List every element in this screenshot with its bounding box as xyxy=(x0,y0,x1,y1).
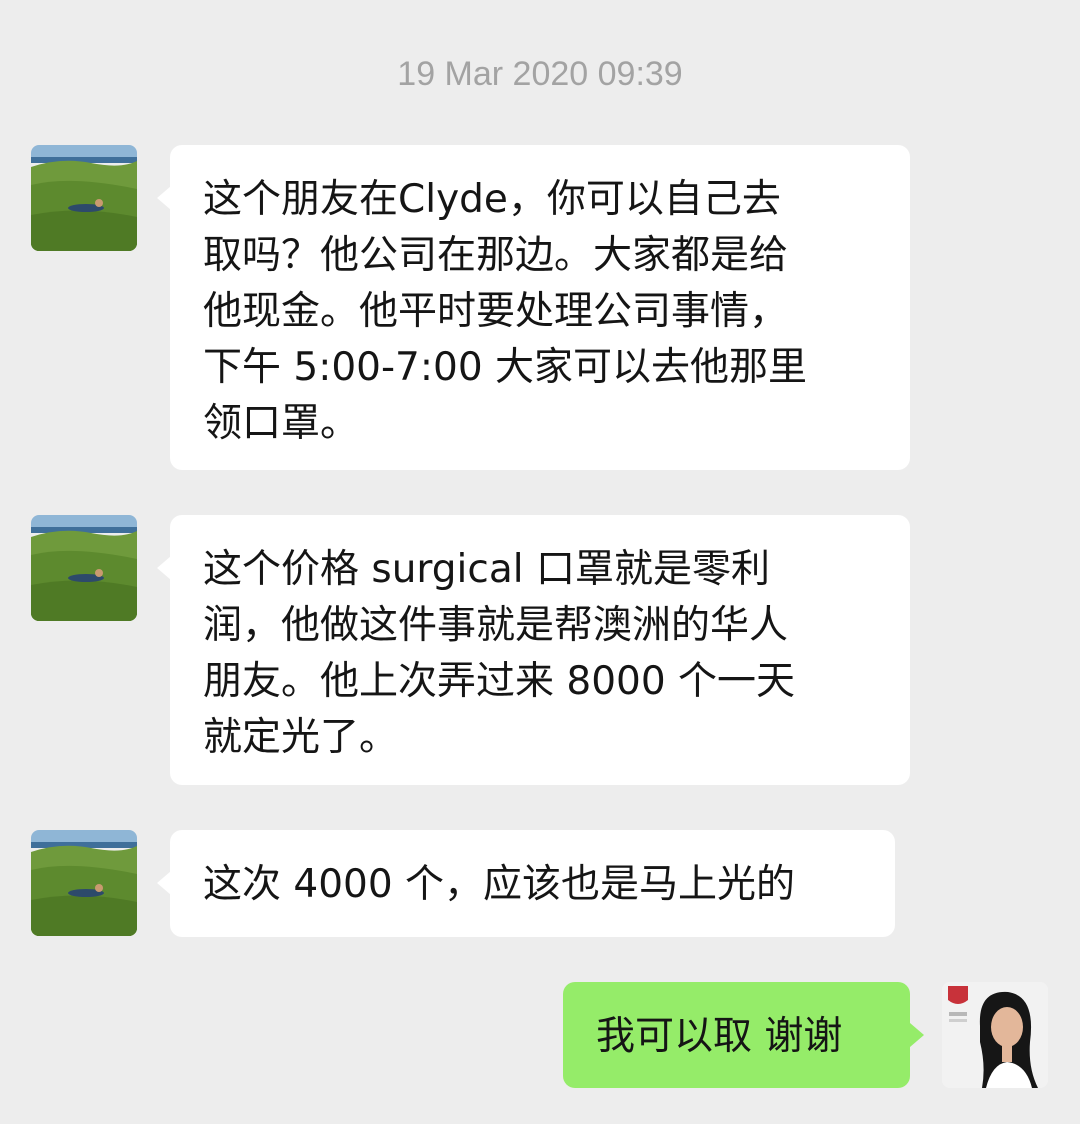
beach-landscape-avatar-icon xyxy=(31,830,137,936)
beach-landscape-avatar-icon xyxy=(31,145,137,251)
woman-portrait-avatar-icon xyxy=(942,982,1048,1088)
message-bubble-3[interactable]: 这次 4000 个，应该也是马上光的 xyxy=(170,830,895,937)
contact-avatar[interactable] xyxy=(31,145,137,251)
beach-landscape-avatar-icon xyxy=(31,515,137,621)
my-avatar[interactable] xyxy=(942,982,1048,1088)
contact-avatar[interactable] xyxy=(31,515,137,621)
bubble-tail xyxy=(910,1023,924,1047)
message-timestamp: 19 Mar 2020 09:39 xyxy=(397,55,683,93)
message-bubble-1[interactable]: 这个朋友在Clyde，你可以自己去 取吗？他公司在那边。大家都是给 他现金。他平… xyxy=(170,145,910,470)
bubble-tail xyxy=(157,186,171,210)
bubble-tail xyxy=(157,871,171,895)
message-bubble-4[interactable]: 我可以取 谢谢 xyxy=(563,982,910,1088)
contact-avatar[interactable] xyxy=(31,830,137,936)
bubble-tail xyxy=(157,556,171,580)
message-bubble-2[interactable]: 这个价格 surgical 口罩就是零利 润，他做这件事就是帮澳洲的华人 朋友。… xyxy=(170,515,910,785)
